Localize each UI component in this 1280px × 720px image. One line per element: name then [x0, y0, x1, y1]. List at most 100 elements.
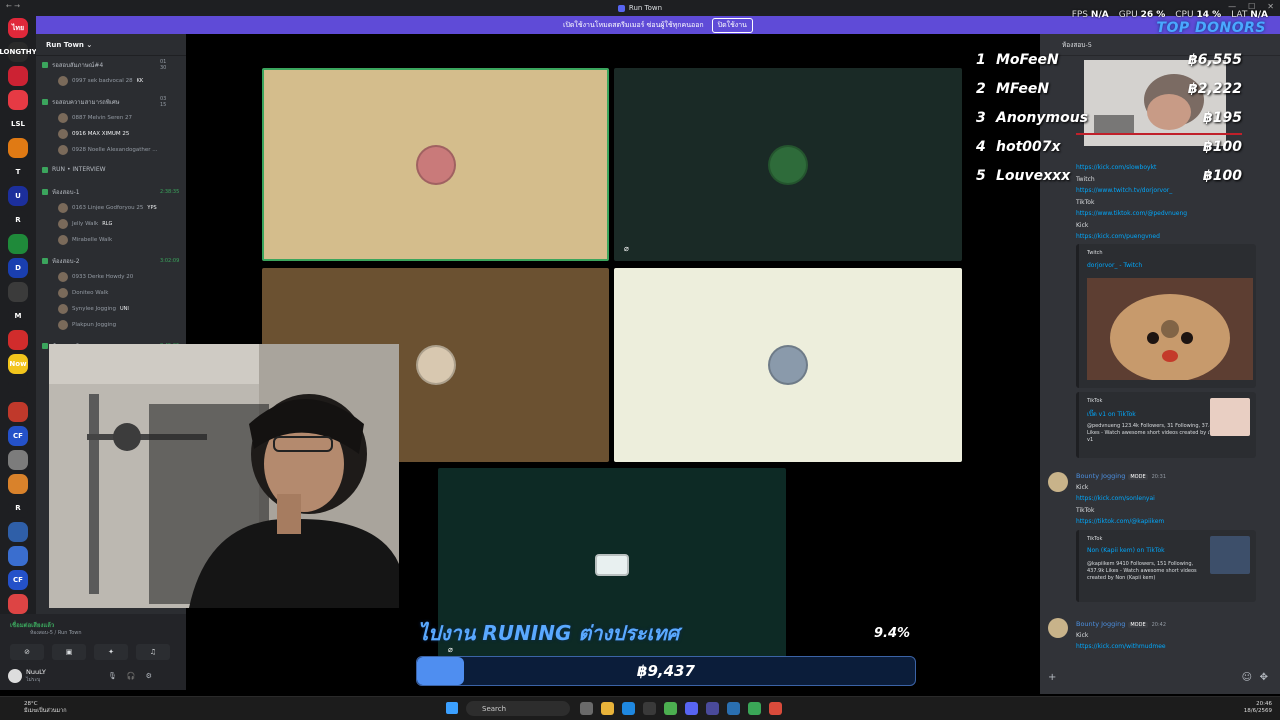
- windows-taskbar: 28°C มีเมฆเป็นส่วนมาก Search 20:46 18/6/…: [0, 696, 1280, 720]
- store-icon[interactable]: [643, 702, 656, 715]
- task-view-icon[interactable]: [580, 702, 593, 715]
- server-rail: ไทยLONGTHYLSLTURDMNowCFRCFไทย: [0, 16, 37, 656]
- chat-link[interactable]: https://www.tiktok.com/@pedvnueng: [1076, 210, 1187, 217]
- server-icon[interactable]: U: [8, 186, 28, 206]
- voice-user-panel: เชื่อมต่อเสียงแล้ว ห้องสอบ-5 / Run Town …: [0, 614, 186, 690]
- server-icon[interactable]: Now: [8, 354, 28, 374]
- server-icon[interactable]: [8, 522, 28, 542]
- weather-widget[interactable]: 28°C มีเมฆเป็นส่วนมาก: [24, 701, 67, 714]
- app-launcher-icon[interactable]: ✥: [1260, 672, 1268, 683]
- tiktok-embed: TikTok เปิ๊ด v1 on TikTok @pedvnueng 123…: [1076, 392, 1256, 458]
- server-icon[interactable]: [8, 282, 28, 302]
- channel-member[interactable]: 0916 MAX XIMUM 25: [58, 129, 178, 139]
- channel-member[interactable]: Plakpun Jogging: [58, 320, 178, 330]
- activities-button[interactable]: ✦: [94, 644, 128, 660]
- disable-streamer-mode-button[interactable]: ปิดใช้งาน: [711, 17, 753, 33]
- voice-channel[interactable]: RUN • INTERVIEW: [42, 166, 106, 173]
- discord-icon[interactable]: [685, 702, 698, 715]
- channel-member[interactable]: 0928 Noelle Alexandogather ...: [58, 145, 178, 155]
- app-icon[interactable]: [748, 702, 761, 715]
- close-icon[interactable]: ✕: [1267, 2, 1274, 11]
- server-icon[interactable]: [8, 330, 28, 350]
- speaker-icon: [42, 258, 48, 264]
- screen-share-button[interactable]: ▣: [52, 644, 86, 660]
- server-icon[interactable]: [8, 138, 28, 158]
- voice-channel[interactable]: รอสอบสัมภาษณ์#4 01 30: [42, 59, 166, 71]
- donor-amount: ฿100: [1203, 139, 1242, 155]
- channel-member[interactable]: 0887 Melvin Seren 27: [58, 113, 178, 123]
- taskbar-clock[interactable]: 20:46 18/6/2569: [1244, 701, 1272, 715]
- server-icon[interactable]: [8, 450, 28, 470]
- chat-link[interactable]: https://kick.com/puengvned: [1076, 233, 1160, 240]
- soundboard-button[interactable]: ♫: [136, 644, 170, 660]
- channel-member[interactable]: 0933 Derke Howdy 20: [58, 272, 178, 282]
- file-explorer-icon[interactable]: [601, 702, 614, 715]
- server-icon[interactable]: LONGTHY: [0, 42, 37, 62]
- chat-avatar[interactable]: [1048, 618, 1068, 638]
- emoji-icon[interactable]: ☺: [1242, 672, 1252, 683]
- embed-title-link[interactable]: เปิ๊ด v1 on TikTok: [1087, 409, 1136, 419]
- server-icon[interactable]: [8, 66, 28, 86]
- embed-video-preview[interactable]: [1087, 278, 1253, 382]
- camera-off-button[interactable]: ⊘: [10, 644, 44, 660]
- chat-author[interactable]: Bounty Jogging MODE 20:42: [1076, 620, 1166, 628]
- member-tag: UNI: [120, 306, 129, 312]
- app-icon[interactable]: [769, 702, 782, 715]
- server-icon[interactable]: M: [8, 306, 28, 326]
- user-avatar[interactable]: [8, 669, 22, 683]
- start-button-icon[interactable]: [446, 702, 458, 714]
- server-name-header[interactable]: Run Town ⌄: [36, 34, 186, 56]
- chat-link[interactable]: https://kick.com/sonlenyai: [1076, 495, 1155, 502]
- server-icon[interactable]: [8, 474, 28, 494]
- channel-member[interactable]: 0997 sek badvocal 28 KK: [58, 76, 178, 86]
- server-icon[interactable]: T: [8, 162, 28, 182]
- microphone-icon[interactable]: 🎙: [108, 672, 117, 680]
- server-icon[interactable]: CF: [8, 426, 28, 446]
- server-icon[interactable]: R: [8, 498, 28, 518]
- donor-row: 5 Louvexxx ฿100: [976, 168, 1266, 192]
- channel-member[interactable]: Doniteo Walk: [58, 288, 178, 298]
- server-icon[interactable]: [8, 378, 28, 398]
- chat-link[interactable]: https://tiktok.com/@kapiikem: [1076, 518, 1164, 525]
- streamer-webcam: [49, 344, 399, 608]
- chat-avatar[interactable]: [1048, 472, 1068, 492]
- voice-channel[interactable]: รอสอบความสามารถพิเศษ 03 15: [42, 96, 166, 108]
- channel-member[interactable]: Jelly Walk RLG: [58, 219, 178, 229]
- server-icon[interactable]: [8, 234, 28, 254]
- donor-amount: ฿195: [1203, 110, 1242, 126]
- embed-title-link[interactable]: Non (Kapii kem) on TikTok: [1087, 547, 1165, 554]
- channel-member[interactable]: Mirabelle Walk: [58, 235, 178, 245]
- server-icon[interactable]: [8, 90, 28, 110]
- steam-icon[interactable]: [727, 702, 740, 715]
- server-icon[interactable]: R: [8, 210, 28, 230]
- obs-icon[interactable]: [706, 702, 719, 715]
- channel-capacity: 01 30: [160, 59, 167, 71]
- video-tile[interactable]: ⌀: [614, 68, 962, 261]
- server-icon[interactable]: ไทย: [8, 18, 28, 38]
- server-icon[interactable]: LSL: [8, 114, 28, 134]
- chat-link[interactable]: https://kick.com/withmudmee: [1076, 643, 1166, 650]
- video-tile[interactable]: [262, 68, 609, 261]
- chrome-icon[interactable]: [664, 702, 677, 715]
- taskbar-search[interactable]: Search: [466, 701, 570, 716]
- settings-gear-icon[interactable]: ⚙: [146, 672, 152, 680]
- server-icon[interactable]: [8, 594, 28, 614]
- add-attachment-icon[interactable]: +: [1048, 672, 1056, 683]
- nav-arrows-icon[interactable]: ← →: [6, 2, 20, 10]
- server-icon[interactable]: CF: [8, 570, 28, 590]
- member-avatar: [58, 320, 68, 330]
- member-tag: RLG: [102, 221, 113, 227]
- headphones-icon[interactable]: 🎧: [127, 672, 136, 680]
- channel-member[interactable]: Synylee Jogging UNI: [58, 304, 178, 314]
- voice-channel[interactable]: ห้องสอบ-1 2:38:35: [42, 187, 179, 197]
- voice-channel[interactable]: ห้องสอบ-2 3:02:09: [42, 256, 179, 266]
- server-icon[interactable]: [8, 546, 28, 566]
- channel-member[interactable]: 0163 Linjee Godforyou 25 YPS: [58, 203, 178, 213]
- server-icon[interactable]: D: [8, 258, 28, 278]
- voice-location[interactable]: ห้องสอบ-5 / Run Town: [30, 629, 82, 637]
- edge-icon[interactable]: [622, 702, 635, 715]
- embed-title-link[interactable]: dorjorvor_ - Twitch: [1087, 262, 1142, 269]
- video-tile[interactable]: [614, 268, 962, 462]
- server-icon[interactable]: [8, 402, 28, 422]
- chat-author[interactable]: Bounty Jogging MODE 20:31: [1076, 472, 1166, 480]
